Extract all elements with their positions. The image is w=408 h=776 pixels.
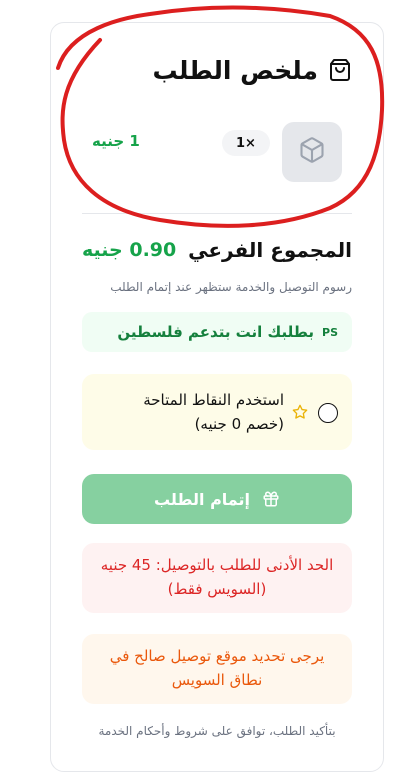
item-quantity-badge: 1× bbox=[222, 130, 270, 156]
palestine-flag-icon: PS bbox=[322, 325, 338, 339]
use-points-radio[interactable] bbox=[318, 403, 338, 423]
use-points-label: استخدم النقاط المتاحة (خصم 0 جنيه) bbox=[143, 388, 284, 436]
use-points-title: استخدم النقاط المتاحة bbox=[143, 391, 284, 409]
item-price: 1 جنيه bbox=[92, 132, 140, 150]
terms-notice: بتأكيد الطلب، توافق على شروط وأحكام الخد… bbox=[98, 724, 336, 738]
location-warning: يرجى تحديد موقع توصيل صالح في نطاق السوي… bbox=[82, 634, 352, 704]
minimum-order-text: الحد الأدنى للطلب بالتوصيل: 45 جنيه bbox=[100, 556, 334, 574]
subtotal-label: المجموع الفرعي bbox=[188, 238, 352, 262]
divider bbox=[82, 213, 352, 214]
package-icon bbox=[298, 136, 326, 168]
location-warning-text: يرجى تحديد موقع توصيل صالح في bbox=[109, 647, 325, 665]
star-icon bbox=[292, 404, 308, 420]
order-summary-header: ملخص الطلب bbox=[100, 52, 352, 88]
use-points-option[interactable]: استخدم النقاط المتاحة (خصم 0 جنيه) bbox=[82, 374, 352, 450]
minimum-order-warning: الحد الأدنى للطلب بالتوصيل: 45 جنيه (الس… bbox=[82, 543, 352, 613]
subtotal-row: المجموع الفرعي 0.90 جنيه bbox=[82, 236, 352, 270]
checkout-button-label: إتمام الطلب bbox=[153, 489, 251, 509]
subtotal-value: 0.90 جنيه bbox=[82, 239, 177, 261]
shopping-bag-icon bbox=[328, 58, 352, 82]
minimum-order-area: (السويس فقط) bbox=[167, 580, 267, 598]
item-thumbnail bbox=[282, 122, 342, 182]
gift-icon bbox=[262, 490, 280, 508]
checkout-button[interactable]: إتمام الطلب bbox=[82, 474, 352, 524]
location-warning-area: نطاق السويس bbox=[171, 671, 263, 689]
cart-item-row: 1× 1 جنيه bbox=[82, 122, 342, 184]
page-title: ملخص الطلب bbox=[152, 55, 319, 85]
palestine-support-text: بطلبك انت بتدعم فلسطين bbox=[117, 323, 315, 341]
use-points-discount: (خصم 0 جنيه) bbox=[194, 415, 284, 433]
palestine-support-banner: PS بطلبك انت بتدعم فلسطين bbox=[82, 312, 352, 352]
fees-note: رسوم التوصيل والخدمة ستظهر عند إتمام الط… bbox=[110, 280, 352, 294]
